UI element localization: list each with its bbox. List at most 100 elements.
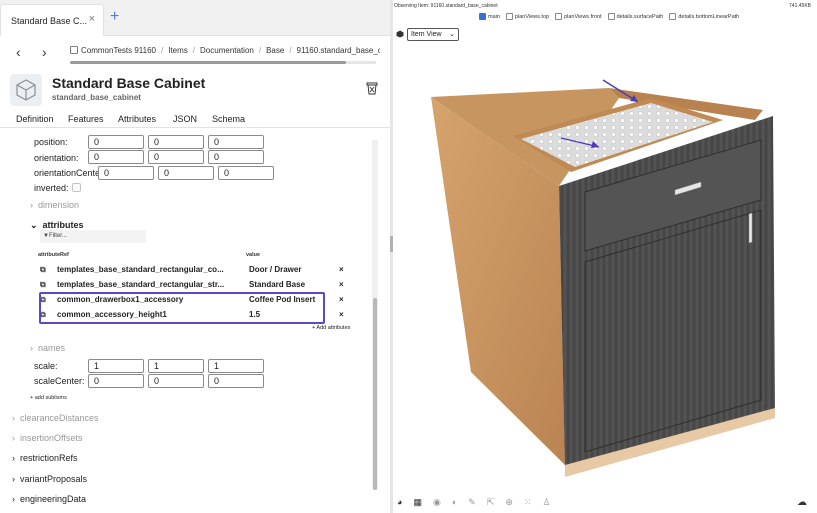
remove-attribute-icon[interactable]: ×: [339, 310, 344, 319]
breadcrumb-item[interactable]: Base: [266, 46, 284, 55]
external-link-icon[interactable]: ⧉: [40, 280, 46, 290]
attribute-value: Standard Base: [249, 280, 306, 289]
filter-placeholder: Filter...: [48, 233, 67, 239]
section-restriction-refs[interactable]: › restrictionRefs: [12, 453, 78, 463]
attribute-row[interactable]: ⧉ templates_base_standard_rectangular_co…: [40, 263, 358, 277]
remove-attribute-icon[interactable]: ×: [339, 265, 344, 274]
section-clearance-distances[interactable]: › clearanceDistances: [12, 413, 99, 423]
chevron-right-icon: ›: [30, 343, 33, 353]
remove-attribute-icon[interactable]: ×: [339, 280, 344, 289]
cloud-download-icon[interactable]: ☁: [797, 497, 807, 508]
position-x-input[interactable]: 0: [88, 135, 144, 149]
palette-icon[interactable]: ◕: [397, 497, 402, 508]
property-tabs: Definition Features Attributes JSON Sche…: [0, 112, 390, 128]
navigation-row: ‹ › CommonTests 91160 / Items / Documentatio…: [0, 36, 390, 68]
section-label: clearanceDistances: [20, 413, 99, 423]
scale-label: scale:: [34, 361, 58, 371]
external-link-icon[interactable]: ⧉: [40, 265, 46, 275]
dimension-section[interactable]: › dimension: [30, 200, 79, 210]
scale-center-z-input[interactable]: 0: [208, 374, 264, 388]
breadcrumb-item[interactable]: Documentation: [200, 46, 254, 55]
inverted-label: inverted:: [34, 183, 69, 193]
layer-planviews-front-toggle[interactable]: planViews.front: [555, 13, 602, 20]
breadcrumb-item[interactable]: Items: [168, 46, 188, 55]
orientation-z-input[interactable]: 0: [208, 150, 264, 164]
layer-label: details.surfacePath: [616, 13, 664, 20]
orientation-center-y-input[interactable]: 0: [158, 166, 214, 180]
layer-main-toggle[interactable]: main: [479, 13, 500, 20]
add-sublisms-button[interactable]: + add sublisms: [30, 395, 67, 401]
breadcrumb-item[interactable]: CommonTests 91160: [81, 46, 156, 55]
tab-schema[interactable]: Schema: [212, 114, 245, 124]
cabinet-3d-viewport[interactable]: [393, 40, 817, 490]
delete-button[interactable]: [366, 82, 378, 97]
add-attributes-button[interactable]: + Add attributes: [312, 325, 350, 331]
chevron-right-icon: ›: [12, 494, 15, 504]
breadcrumb-scrollbar[interactable]: [70, 61, 376, 64]
document-tab[interactable]: Standard Base C... ×: [0, 4, 104, 36]
breadcrumb-scrollbar-thumb[interactable]: [70, 61, 346, 64]
dots-icon[interactable]: ⁙: [524, 497, 532, 508]
scale-center-x-input[interactable]: 0: [88, 374, 144, 388]
remove-attribute-icon[interactable]: ×: [339, 295, 344, 304]
section-engineering-data[interactable]: › engineeringData: [12, 494, 86, 504]
view-mode-select[interactable]: Item View ⌄: [407, 27, 459, 41]
forward-button[interactable]: ›: [42, 44, 47, 60]
grid-icon[interactable]: ▦: [413, 497, 422, 508]
export-icon[interactable]: ⇱: [487, 497, 495, 508]
checkbox[interactable]: [669, 13, 677, 20]
section-variant-proposals[interactable]: › variantProposals: [12, 474, 87, 484]
checkbox-checked[interactable]: [479, 13, 486, 20]
left-panel: Standard Base C... × + ‹ › CommonTests 9…: [0, 0, 390, 513]
checkbox[interactable]: [607, 13, 615, 20]
shading-icon[interactable]: ◐: [452, 497, 457, 508]
checkbox[interactable]: [555, 13, 563, 20]
breadcrumb-separator: /: [289, 46, 292, 55]
pencil-icon[interactable]: ✎: [468, 497, 476, 508]
layer-planviews-top-toggle[interactable]: planViews.top: [505, 13, 550, 20]
new-tab-button[interactable]: +: [110, 8, 119, 26]
tab-json[interactable]: JSON: [173, 114, 197, 124]
layer-label: planViews.top: [514, 13, 550, 20]
chevron-down-icon: ⌄: [449, 30, 455, 38]
section-label: restrictionRefs: [20, 453, 78, 463]
orientation-center-z-input[interactable]: 0: [218, 166, 274, 180]
position-label: position:: [34, 137, 68, 147]
position-y-input[interactable]: 0: [148, 135, 204, 149]
layer-details-bottomlinearpath-toggle[interactable]: details.bottomLinearPath: [669, 13, 739, 20]
section-insertion-offsets[interactable]: › insertionOffsets: [12, 433, 82, 443]
position-z-input[interactable]: 0: [208, 135, 264, 149]
column-header-value[interactable]: value: [246, 252, 260, 258]
vertical-scrollbar[interactable]: [372, 140, 378, 490]
section-label: variantProposals: [20, 474, 88, 484]
tab-definition[interactable]: Definition: [16, 114, 54, 124]
back-button[interactable]: ‹: [16, 44, 21, 60]
tab-attributes[interactable]: Attributes: [118, 114, 156, 124]
compass-icon[interactable]: ◉: [433, 497, 441, 508]
orientation-x-input[interactable]: 0: [88, 150, 144, 164]
breadcrumb-item[interactable]: 91160.standard_base_c: [297, 46, 380, 55]
chevron-right-icon: ›: [12, 474, 15, 484]
layer-details-surfacepath-toggle[interactable]: details.surfacePath: [607, 13, 664, 20]
orientation-center-x-input[interactable]: 0: [98, 166, 154, 180]
attribute-filter[interactable]: ▼Filter...: [40, 230, 146, 243]
scale-y-input[interactable]: 1: [148, 359, 204, 373]
attribute-row[interactable]: ⧉ templates_base_standard_rectangular_st…: [40, 278, 358, 292]
checkbox[interactable]: [505, 13, 513, 20]
target-icon[interactable]: ⊕: [505, 497, 513, 508]
scale-z-input[interactable]: 1: [208, 359, 264, 373]
layer-label: main: [488, 13, 500, 20]
column-header-attributeref[interactable]: attributeRef: [38, 252, 69, 258]
page-subtitle: standard_base_cabinet: [52, 93, 141, 102]
orientation-y-input[interactable]: 0: [148, 150, 204, 164]
names-section[interactable]: › names: [30, 343, 65, 353]
scale-center-y-input[interactable]: 0: [148, 374, 204, 388]
person-icon[interactable]: ♙: [542, 497, 550, 508]
view-mode-value: Item View: [411, 30, 442, 38]
close-tab-icon[interactable]: ×: [89, 13, 95, 25]
tab-features[interactable]: Features: [68, 114, 104, 124]
inverted-checkbox[interactable]: [72, 183, 81, 192]
scrollbar-thumb[interactable]: [373, 298, 377, 490]
breadcrumb-separator: /: [192, 46, 196, 55]
scale-x-input[interactable]: 1: [88, 359, 144, 373]
